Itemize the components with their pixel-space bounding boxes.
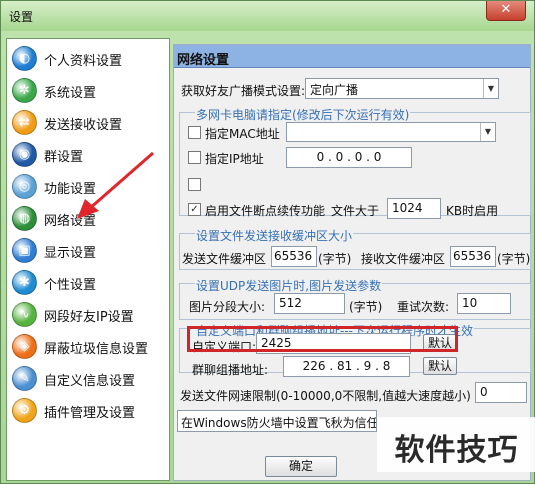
red-arrow-annotation xyxy=(77,151,154,219)
close-button[interactable]: ✕ xyxy=(486,1,526,21)
firewall-trust-button[interactable]: 在Windows防火墙中设置飞秋为信任 xyxy=(177,410,377,432)
sidebar-item-label: 屏蔽垃圾信息设置 xyxy=(44,342,149,357)
sidebar-item[interactable]: ⚙ 插件管理及设置 xyxy=(7,395,169,425)
chunk-size-unit: (字节) xyxy=(349,300,383,314)
resume-checkbox[interactable]: ✓ xyxy=(188,203,201,216)
sidebar-item[interactable]: ✲ 系统设置 xyxy=(7,75,169,105)
recv-buffer-unit: (字节) xyxy=(497,252,531,266)
sidebar-item-label: 发送接收设置 xyxy=(44,118,123,133)
udp-group: 设置UDP发送图片时,图片发送参数 图片分段大小: 512 (字节) 重试次数:… xyxy=(179,277,531,320)
globe-icon: ◉ xyxy=(12,142,37,167)
network-settings-panel: 网络设置 获取好友广播模式设置: 定向广播 ▼ 多网卡电脑请指定(修改后下次运行… xyxy=(173,44,531,481)
network-icon: ∿ xyxy=(12,302,37,327)
sidebar-item[interactable]: ▣ 显示设置 xyxy=(7,235,169,265)
sidebar-item-label: 插件管理及设置 xyxy=(44,406,136,421)
settings-window: 设置 ✕ ◐ 个人资料设置 ✲ 系统设置 ⇄ 发送接收设置 ◉ 群设置 ◎ 功能设置 ◍ 网络设置 ▣ 显… xyxy=(0,0,535,484)
panel-title: 网络设置 xyxy=(177,53,230,68)
sidebar-item[interactable]: ⇄ 发送接收设置 xyxy=(7,107,169,137)
broadcast-mode-select[interactable]: 定向广播 ▼ xyxy=(305,78,499,99)
panel-header: 网络设置 xyxy=(174,45,530,68)
sidebar-item[interactable]: ◈ 屏蔽垃圾信息设置 xyxy=(7,331,169,361)
red-highlight-annotation xyxy=(187,326,458,352)
send-buffer-label: 发送文件缓冲区 xyxy=(182,252,267,266)
mac-encrypt-checkbox[interactable] xyxy=(188,178,201,191)
exchange-icon: ⇄ xyxy=(12,110,37,135)
speed-limit-input[interactable]: 0 xyxy=(475,382,527,403)
resume-unit-label: KB时启用 xyxy=(446,204,499,218)
disc-icon: ◎ xyxy=(12,174,37,199)
broadcast-mode-value: 定向广播 xyxy=(310,83,359,97)
star-icon: ✱ xyxy=(12,270,37,295)
broadcast-mode-label: 获取好友广播模式设置: xyxy=(181,84,306,98)
sidebar-item[interactable]: ✎ 自定义信息设置 xyxy=(7,363,169,393)
buffer-group: 设置文件发送接收缓冲区大小 发送文件缓冲区 65536 (字节) 接收文件缓冲区… xyxy=(179,227,531,270)
plugin-icon: ⚙ xyxy=(12,398,37,423)
monitor-icon: ▣ xyxy=(12,238,37,263)
mac-address-label: 指定MAC地址 xyxy=(205,127,280,141)
recycle-icon: ✲ xyxy=(12,78,37,103)
settings-sidebar: ◐ 个人资料设置 ✲ 系统设置 ⇄ 发送接收设置 ◉ 群设置 ◎ 功能设置 ◍ 网络设置 ▣ 显示设置 ✱ 个… xyxy=(6,38,170,481)
multi-nic-group: 多网卡电脑请指定(修改后下次运行有效) 指定MAC地址 ▼ 指定IP地址 0 .… xyxy=(179,106,531,219)
sidebar-item-label: 网段好友IP设置 xyxy=(44,310,134,325)
send-buffer-input[interactable]: 65536 xyxy=(271,246,317,267)
ip-address-label: 指定IP地址 xyxy=(205,152,264,166)
recv-buffer-input[interactable]: 65536 xyxy=(450,246,496,267)
resume-size-label: 文件大于 xyxy=(331,204,380,218)
sidebar-item[interactable]: ∿ 网段好友IP设置 xyxy=(7,299,169,329)
satellite-icon: ✎ xyxy=(12,366,37,391)
ip-address-checkbox[interactable] xyxy=(188,151,201,164)
ok-button[interactable]: 确定 xyxy=(265,456,337,477)
watermark: 软件技巧 xyxy=(377,417,535,472)
sidebar-item-label: 显示设置 xyxy=(44,246,97,261)
buffer-group-title: 设置文件发送接收缓冲区大小 xyxy=(195,227,354,244)
chunk-size-input[interactable]: 512 xyxy=(274,293,345,314)
multi-nic-group-title: 多网卡电脑请指定(修改后下次运行有效) xyxy=(195,106,411,123)
chevron-down-icon: ▼ xyxy=(480,123,495,141)
mac-address-select[interactable]: ▼ xyxy=(286,122,496,142)
sidebar-item-label: 系统设置 xyxy=(44,86,97,101)
block-icon: ◈ xyxy=(12,334,37,359)
ip-address-input[interactable]: 0 . 0 . 0 . 0 xyxy=(286,147,412,168)
multicast-label: 群聊组播地址: xyxy=(192,363,269,377)
sidebar-item[interactable]: ✱ 个性设置 xyxy=(7,267,169,297)
retry-count-input[interactable]: 10 xyxy=(457,293,511,314)
multicast-input[interactable]: 226 . 81 . 9 . 8 xyxy=(283,356,410,377)
speed-limit-label: 发送文件网速限制(0-10000,0不限制,值越大速度越小) xyxy=(180,389,471,403)
globe-icon: ◍ xyxy=(12,206,37,231)
mac-address-checkbox[interactable] xyxy=(188,126,201,139)
sidebar-item-label: 自定义信息设置 xyxy=(44,374,136,389)
resume-label: 启用文件断点续传功能 xyxy=(205,204,326,218)
chunk-size-label: 图片分段大小: xyxy=(189,300,266,314)
udp-group-title: 设置UDP发送图片时,图片发送参数 xyxy=(195,277,383,294)
retry-count-label: 重试次数: xyxy=(397,300,450,314)
sidebar-item[interactable]: ◐ 个人资料设置 xyxy=(7,43,169,73)
multicast-default-button[interactable]: 默认 xyxy=(423,357,457,375)
sidebar-item-label: 个人资料设置 xyxy=(44,54,123,69)
globe-icon: ◐ xyxy=(12,46,37,71)
title-bar: 设置 ✕ xyxy=(1,1,534,31)
send-buffer-unit: (字节) xyxy=(318,252,352,266)
window-title: 设置 xyxy=(9,10,34,24)
sidebar-item-label: 个性设置 xyxy=(44,278,97,293)
resume-size-input[interactable]: 1024 xyxy=(387,198,441,219)
chevron-down-icon: ▼ xyxy=(483,79,498,98)
recv-buffer-label: 接收文件缓冲区 xyxy=(361,252,446,266)
